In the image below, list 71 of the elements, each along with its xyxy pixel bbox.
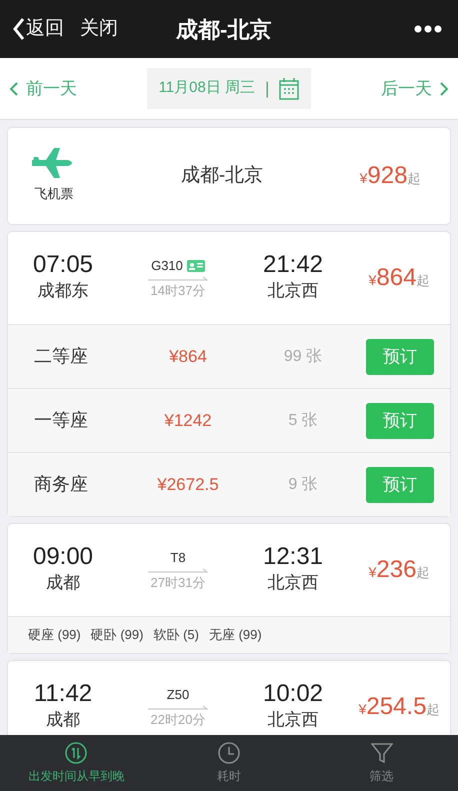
calendar-icon (279, 78, 300, 100)
currency-symbol: ¥ (358, 700, 366, 719)
train-number: Z50 (166, 686, 190, 704)
duration-text: 22时20分 (150, 710, 206, 728)
train-number: G310 (151, 257, 183, 275)
price-text: 928 (367, 161, 408, 191)
filter-icon (370, 742, 393, 764)
seat-count: 5 张 (287, 410, 319, 430)
currency-symbol: ¥ (360, 169, 368, 188)
seat-availability: 硬卧 (99) (90, 626, 144, 644)
seat-class: 二等座 (33, 345, 89, 368)
duration-text: 27时31分 (150, 574, 206, 592)
train-card[interactable]: 09:00 成都 T8 27时31分 12:31 北京西 ¥236起 硬座 (99) 硬卧 (99) 软卧 (5) 无座 (99) (8, 524, 450, 653)
sort-icon (65, 742, 88, 764)
train-card[interactable]: 11:42 成都 Z50 22时20分 10:02 北京西 ¥254.5起 (8, 661, 450, 735)
seat-availability: 硬座 (99) (28, 626, 81, 644)
back-icon (12, 17, 26, 41)
seat-class: 一等座 (33, 409, 89, 432)
seat-count: 99 张 (282, 346, 324, 366)
date-picker[interactable]: 11月08日 周三 | (146, 68, 312, 110)
seat-availability: 软卧 (5) (153, 626, 199, 644)
departure-station: 成都 (45, 572, 81, 594)
price-suffix: 起 (416, 564, 430, 582)
seat-class: 商务座 (33, 473, 89, 496)
book-button[interactable]: 预订 (366, 402, 434, 438)
departure-time: 07:05 (32, 252, 94, 278)
seat-availability: 无座 (99) (208, 626, 262, 644)
flight-label: 飞机票 (34, 185, 74, 204)
price-text: 254.5 (366, 692, 426, 722)
price-suffix: 起 (407, 170, 420, 188)
flight-card[interactable]: 飞机票 成都-北京 ¥928起 (8, 128, 450, 224)
train-card[interactable]: 07:05 成都东 G310 14时37分 21:42 北京西 ¥864起 二等座 ¥864 99 张 预订 一等座 ¥1242 5 张 预订 商务座 ¥2672.5 9 张 预订 (8, 232, 450, 516)
next-day-link[interactable]: 后一天 (380, 76, 448, 102)
departure-station: 成都 (45, 709, 81, 732)
seat-price: ¥2672.5 (156, 474, 220, 496)
more-icon[interactable] (414, 25, 442, 33)
arrival-station: 北京西 (266, 280, 320, 302)
bottom-tab[interactable]: 耗时 (152, 735, 306, 791)
price-text: 236 (376, 555, 416, 585)
bottom-tab[interactable]: 出发时间从早到晚 (0, 735, 153, 791)
previous-day-link[interactable]: 前一天 (10, 76, 77, 102)
departure-station: 成都东 (36, 280, 90, 302)
back-link[interactable]: 返回 (12, 14, 64, 44)
bottom-tab[interactable]: 筛选 (305, 735, 458, 791)
close-link[interactable]: 关闭 (80, 14, 118, 44)
chevron-left-icon (10, 82, 18, 96)
seat-price: ¥1242 (163, 410, 213, 432)
departure-time: 11:42 (32, 681, 94, 708)
route-text: 成都-北京 (180, 164, 264, 188)
arrival-time: 10:02 (262, 681, 324, 708)
separator-text: | (265, 78, 270, 100)
train-number: T8 (170, 549, 186, 567)
date-text: 11月08日 周三 (158, 78, 255, 98)
duration-text: 14时37分 (150, 282, 206, 300)
page-title: 成都-北京 (176, 16, 272, 44)
arrival-station: 北京西 (266, 709, 320, 732)
arrival-station: 北京西 (266, 572, 320, 594)
price-text: 864 (376, 263, 416, 293)
currency-symbol: ¥ (368, 271, 376, 290)
departure-time: 09:00 (32, 544, 94, 570)
book-button[interactable]: 预订 (366, 338, 434, 374)
currency-symbol: ¥ (368, 563, 376, 582)
chevron-right-icon (440, 82, 448, 96)
seat-price: ¥864 (168, 346, 208, 368)
arrival-time: 12:31 (262, 544, 324, 570)
book-button[interactable]: 预订 (366, 466, 434, 502)
clock-icon (218, 742, 240, 764)
arrival-time: 21:42 (262, 252, 324, 278)
price-suffix: 起 (416, 272, 430, 290)
seat-count: 9 张 (287, 474, 319, 494)
price-suffix: 起 (426, 701, 440, 719)
